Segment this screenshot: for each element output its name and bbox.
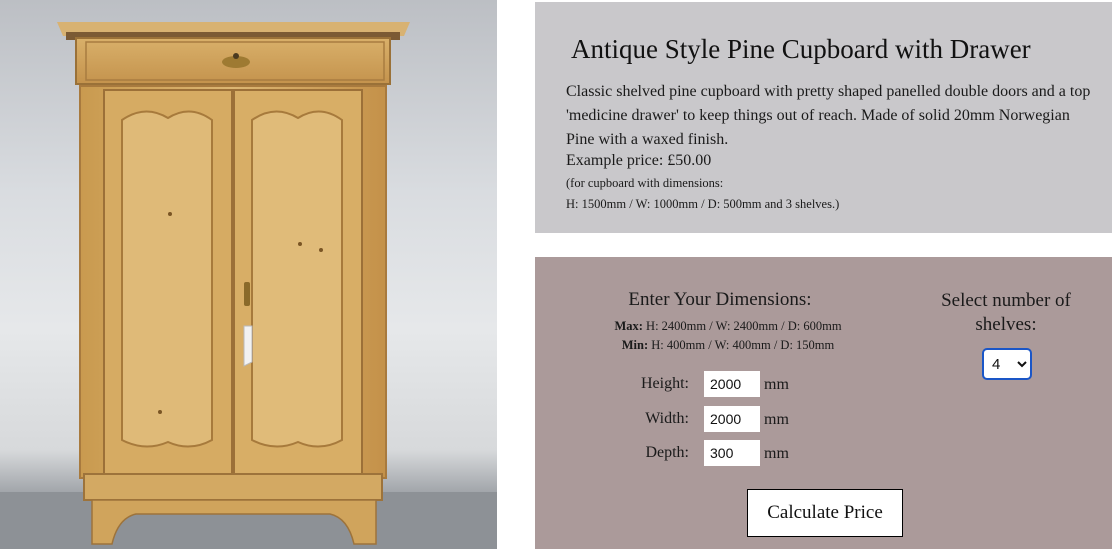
width-label: Width:: [645, 410, 689, 427]
max-value: H: 2400mm / W: 2400mm / D: 600mm: [646, 319, 842, 333]
depth-label: Depth:: [645, 444, 689, 461]
calculate-price-button[interactable]: Calculate Price: [747, 489, 903, 537]
shelves-select[interactable]: 4: [982, 348, 1032, 380]
product-title: Antique Style Pine Cupboard with Drawer: [571, 34, 1031, 64]
height-unit: mm: [764, 376, 789, 393]
example-price: Example price: £50.00: [566, 152, 712, 169]
max-dimensions: Max: H: 2400mm / W: 2400mm / D: 600mm: [535, 319, 921, 334]
height-input[interactable]: [704, 371, 760, 397]
dimensions-title: Enter Your Dimensions:: [628, 289, 812, 310]
example-note-line2: H: 1500mm / W: 1000mm / D: 500mm and 3 s…: [566, 197, 840, 211]
depth-unit: mm: [764, 445, 789, 462]
cupboard-illustration: [0, 22, 497, 549]
min-value: H: 400mm / W: 400mm / D: 150mm: [651, 338, 835, 352]
product-info-panel: Antique Style Pine Cupboard with Drawer …: [535, 2, 1112, 233]
max-label: Max:: [614, 319, 643, 333]
height-label: Height:: [641, 375, 689, 392]
min-dimensions: Min: H: 400mm / W: 400mm / D: 150mm: [535, 338, 921, 353]
width-unit: mm: [764, 411, 789, 428]
height-row: Height: mm: [609, 371, 839, 399]
example-note-line1: (for cupboard with dimensions:: [566, 176, 724, 190]
width-row: Width: mm: [609, 406, 839, 434]
price-calculator-panel: Enter Your Dimensions: Max: H: 2400mm / …: [535, 257, 1112, 549]
min-label: Min:: [621, 338, 649, 352]
width-input[interactable]: [704, 406, 760, 432]
depth-row: Depth: mm: [609, 440, 839, 468]
depth-input[interactable]: [704, 440, 760, 466]
product-description: Classic shelved pine cupboard with prett…: [566, 83, 1091, 148]
product-image: [0, 0, 497, 549]
shelves-title: Select number of shelves:: [941, 290, 1071, 335]
